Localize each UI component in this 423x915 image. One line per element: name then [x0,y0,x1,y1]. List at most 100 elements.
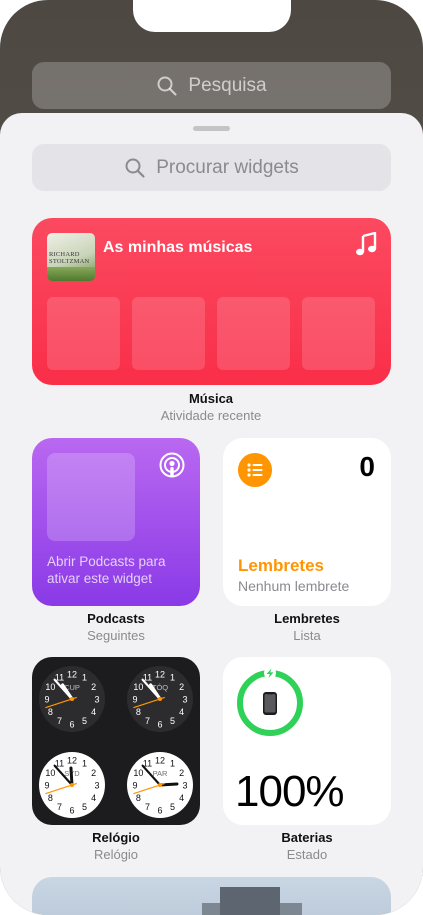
clock-numeral: 2 [179,768,184,778]
widget-name: Música [188,391,234,406]
reminders-widget-caption: Lembretes Lista [223,611,391,643]
clock-numeral: 12 [155,669,165,679]
music-note-icon [356,232,377,256]
clock-numeral: 8 [48,793,53,803]
clock-numeral: 6 [157,719,162,729]
clock-numeral: 1 [82,673,87,683]
widget-description: Relógio [93,847,139,862]
clock-face: 1234567891011 12PAR [127,752,193,818]
music-widget-title: As minhas músicas [103,239,253,256]
clock-numeral: 9 [44,780,49,790]
recent-tiles [47,297,375,370]
clock-center-pin [158,783,162,787]
clock-face: 1234567891011 12CUP [39,666,105,732]
recent-tile-placeholder [47,297,120,370]
clock-numeral: 6 [69,805,74,815]
podcasts-widget[interactable]: Abrir Podcasts para ativar este widget [32,438,200,606]
clock-numeral: 1 [170,673,175,683]
clock-numeral: 2 [91,768,96,778]
home-screen-background: Pesquisa Procurar widgets RICHARD STOLTZ… [0,0,423,915]
iphone-icon [263,692,277,715]
clock-face: 1234567891011 12TÓQ [127,666,193,732]
clock-widget[interactable]: 1 2 3 4 5 6 7 8 9 10 11 12 CUP 1 2 3 4 5 6 7 8 9 10 11 12 TÓQ 1 2 3 4… [32,657,200,825]
music-widget[interactable]: RICHARD STOLTZMAN As minhas músicas [32,218,391,385]
clock-numeral: 5 [82,716,87,726]
clock-numeral: 2 [91,682,96,692]
clock-numeral: 7 [145,716,150,726]
clock-numeral: 4 [91,707,96,717]
widget-name: Baterias [281,830,333,845]
clock-numeral: 9 [132,694,137,704]
podcasts-widget-caption: Podcasts Seguintes [32,611,200,643]
batteries-widget[interactable]: 100% [223,657,391,825]
clock-numeral: 8 [136,707,141,717]
clock-center-pin [70,783,74,787]
widget-name: Relógio [92,830,140,845]
top-search-placeholder: Pesquisa [188,74,267,96]
search-icon [125,158,145,178]
recent-tile-placeholder [132,297,205,370]
clock-center-pin [70,697,74,701]
batteries-widget-caption: Baterias Estado [223,830,391,862]
widget-gallery-sheet: Procurar widgets RICHARD STOLTZMAN As mi… [0,113,423,915]
clock-center-pin [158,697,162,701]
clock-face: 123456789101112SYD [39,752,105,818]
widget-description: Atividade recente [160,408,262,423]
widget-description: Lista [293,628,321,643]
podcast-artwork-placeholder [47,453,135,541]
clock-numeral: 8 [48,707,53,717]
clock-numeral: 4 [179,793,184,803]
clock-numeral: 5 [170,802,175,812]
clock-city-label: PAR [153,769,168,778]
photos-widget[interactable] [32,877,391,915]
clock-numeral: 3 [94,780,99,790]
clock-numeral: 3 [94,694,99,704]
reminders-empty-text: Nenhum lembrete [238,578,350,594]
clock-numeral: 5 [170,716,175,726]
widget-name: Lembretes [274,611,340,626]
clock-widget-caption: Relógio Relógio [32,830,200,862]
music-widget-caption: Música Atividade recente [127,391,295,423]
clock-numeral: 6 [69,719,74,729]
podcasts-icon [159,452,185,478]
clock-numeral: 12 [155,755,165,765]
clock-numeral: 8 [136,793,141,803]
clock-numeral: 6 [157,805,162,815]
clock-numeral: 9 [132,780,137,790]
clock-numeral: 1 [82,759,87,769]
battery-percentage: 100% [235,767,345,816]
recent-tile-placeholder [302,297,375,370]
clock-numeral: 4 [179,707,184,717]
clock-numeral: 10 [45,682,55,692]
album-art-line-2: STOLTZMAN [49,258,90,265]
charging-bolt-icon [264,668,276,679]
clock-numeral: 10 [133,682,143,692]
clock-numeral: 3 [182,780,187,790]
sheet-grabber[interactable] [193,126,230,131]
battery-ring [237,668,303,736]
notch [133,0,291,32]
top-search-field[interactable]: Pesquisa [32,62,391,109]
clock-numeral: 12 [67,669,77,679]
reminders-widget[interactable]: 0 Lembretes Nenhum lembrete [223,438,391,606]
widget-name: Podcasts [87,611,145,626]
clock-numeral: 1 [170,759,175,769]
search-icon [157,76,178,96]
clock-numeral: 10 [45,768,55,778]
clock-numeral: 10 [133,768,143,778]
clock-numeral: 5 [82,802,87,812]
widget-search-field[interactable]: Procurar widgets [32,144,391,191]
widget-search-placeholder: Procurar widgets [156,156,299,178]
reminders-count: 0 [359,451,375,482]
widget-description: Estado [286,847,328,862]
recent-tile-placeholder [217,297,290,370]
podcasts-message: Abrir Podcasts para ativar este widget [47,554,166,586]
reminders-list-title: Lembretes [238,556,324,575]
clock-numeral: 7 [57,802,62,812]
album-art: RICHARD STOLTZMAN [47,233,95,281]
clock-numeral: 4 [91,793,96,803]
clock-numeral: 12 [67,755,77,765]
clock-numeral: 7 [57,716,62,726]
list-icon [238,453,272,487]
world-clock-faces: 1234567891011 12CUP1234567891011 12TÓQ1234… [39,666,193,818]
